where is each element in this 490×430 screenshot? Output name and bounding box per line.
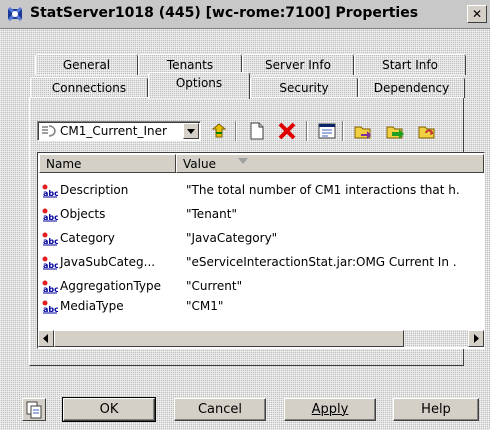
column-header-label: Name <box>46 157 82 171</box>
delete-icon[interactable] <box>276 120 298 142</box>
tab-options[interactable]: Options <box>148 72 250 99</box>
tab-label: Options <box>175 76 223 90</box>
tab-label: General <box>62 58 111 72</box>
section-select[interactable]: CM1_Current_Iner <box>37 121 201 141</box>
tab-dependency[interactable]: Dependency <box>358 77 465 98</box>
window-title: StatServer1018 (445) [wc-rome:7100] Prop… <box>30 5 419 21</box>
close-icon: ✕ <box>471 7 483 21</box>
string-property-icon: abc <box>42 256 58 270</box>
property-value: "The total number of CM1 interactions th… <box>186 183 460 197</box>
tab-label: Start Info <box>382 58 438 72</box>
horizontal-scrollbar[interactable] <box>38 330 484 347</box>
cancel-button[interactable]: Cancel <box>174 398 266 421</box>
string-property-icon: abc <box>42 300 58 314</box>
string-property-icon: abc <box>42 232 58 246</box>
tab-label: Tenants <box>166 58 214 72</box>
toolbar-separator <box>235 121 237 141</box>
list-row-objects[interactable]: abc Objects "Tenant" <box>38 205 484 225</box>
new-document-icon[interactable] <box>246 120 268 142</box>
property-name: JavaSubCateg... <box>60 255 156 269</box>
ok-button[interactable]: OK <box>62 397 156 422</box>
apply-button[interactable]: Apply <box>284 398 376 421</box>
tab-server-info[interactable]: Server Info <box>242 54 354 75</box>
string-property-icon: abc <box>42 280 58 294</box>
section-icon <box>42 125 56 137</box>
property-name: Objects <box>60 207 106 221</box>
apply-label: Apply <box>311 402 349 417</box>
toolbar-separator <box>342 121 344 141</box>
list-row-java-subcategory[interactable]: abc JavaSubCateg... "eServiceInteraction… <box>38 253 484 273</box>
chevron-down-icon[interactable] <box>183 123 199 139</box>
tab-label: Connections <box>51 81 127 95</box>
property-name: Category <box>60 231 115 245</box>
refresh-icon[interactable] <box>416 120 438 142</box>
copy-icon[interactable] <box>22 398 46 421</box>
import-icon[interactable] <box>384 120 406 142</box>
help-button[interactable]: Help <box>393 398 479 421</box>
properties-icon[interactable] <box>316 120 338 142</box>
property-value: "Tenant" <box>186 207 237 221</box>
tab-general[interactable]: General <box>35 54 138 75</box>
close-button[interactable]: ✕ <box>467 5 487 23</box>
ok-label: OK <box>99 402 119 417</box>
cancel-label: Cancel <box>197 402 243 417</box>
scroll-left-icon[interactable] <box>38 330 54 347</box>
tab-label: Server Info <box>265 58 331 72</box>
column-header-name[interactable]: Name <box>39 154 176 173</box>
tab-label: Dependency <box>373 81 450 95</box>
string-property-icon: abc <box>42 208 58 222</box>
tab-start-info[interactable]: Start Info <box>354 54 466 75</box>
property-value: "CM1" <box>186 299 224 313</box>
property-value: "eServiceInteractionStat.jar:OMG Current… <box>186 255 457 269</box>
help-label: Help <box>421 402 451 417</box>
list-row-aggregation-type[interactable]: abc AggregationType "Current" <box>38 277 484 297</box>
up-folder-icon[interactable] <box>208 120 230 142</box>
title-bar[interactable]: StatServer1018 (445) [wc-rome:7100] Prop… <box>0 0 490 29</box>
list-row-media-type[interactable]: abc MediaType "CM1" <box>38 297 484 317</box>
property-name: Description <box>60 183 129 197</box>
property-value: "Current" <box>186 279 243 293</box>
string-property-icon: abc <box>42 184 58 198</box>
sort-descending-icon <box>238 158 248 164</box>
property-value: "JavaCategory" <box>186 231 278 245</box>
properties-dialog: StatServer1018 (445) [wc-rome:7100] Prop… <box>0 0 490 430</box>
list-row-description[interactable]: abc Description "The total number of CM1… <box>38 181 484 201</box>
scroll-right-icon[interactable] <box>468 330 484 347</box>
app-icon <box>7 6 23 22</box>
tab-security[interactable]: Security <box>250 77 358 98</box>
tab-label: Security <box>279 81 329 95</box>
column-header-value[interactable]: Value <box>176 154 484 173</box>
scrollbar-thumb[interactable] <box>54 330 404 347</box>
property-name: MediaType <box>60 299 124 313</box>
section-select-value: CM1_Current_Iner <box>60 124 167 138</box>
toolbar-separator <box>306 121 308 141</box>
column-header-label: Value <box>183 157 216 171</box>
list-row-category[interactable]: abc Category "JavaCategory" <box>38 229 484 249</box>
tab-connections[interactable]: Connections <box>30 77 148 98</box>
property-name: AggregationType <box>60 279 162 293</box>
export-icon[interactable] <box>352 120 374 142</box>
